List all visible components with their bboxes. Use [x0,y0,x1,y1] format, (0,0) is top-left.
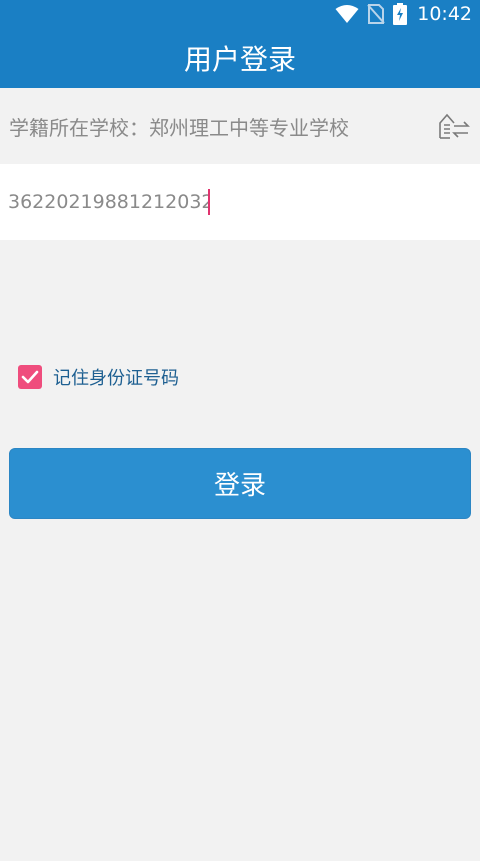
status-bar: 10:42 [0,0,480,28]
school-label: 学籍所在学校： [9,115,149,140]
remember-label: 记住身份证号码 [53,368,179,389]
app-bar: 用户登录 [0,28,480,88]
id-number-input[interactable] [8,191,208,213]
login-button[interactable]: 登录 [9,448,471,519]
remember-id-toggle[interactable]: 记住身份证号码 [18,364,179,390]
switch-school-icon[interactable] [438,111,470,141]
text-cursor [208,189,210,215]
page-title: 用户登录 [183,43,296,76]
school-row: 学籍所在学校： 郑州理工中等专业学校 [0,88,480,164]
remember-checkbox[interactable] [18,365,42,389]
id-number-row [0,164,480,240]
battery-charging-icon [393,3,408,25]
status-time: 10:42 [417,3,472,25]
no-sim-icon [367,4,385,24]
school-name: 郑州理工中等专业学校 [149,115,349,140]
wifi-icon [335,4,359,24]
